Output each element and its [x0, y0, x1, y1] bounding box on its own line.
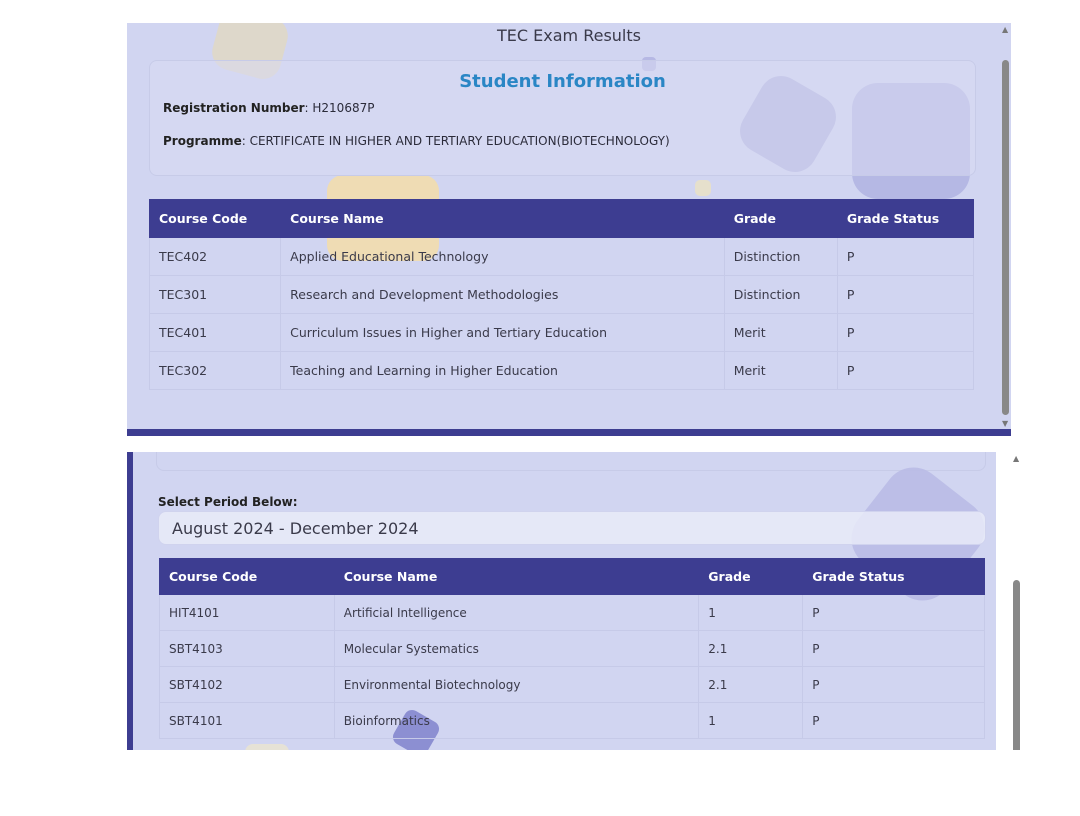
- programme-label: Programme: [163, 134, 242, 148]
- page-title: TEC Exam Results: [497, 26, 641, 45]
- scroll-up-icon[interactable]: ▲: [1002, 25, 1008, 34]
- column-header-course-name: Course Name: [333, 558, 700, 595]
- course-code: TEC301: [148, 275, 282, 314]
- course-code: HIT4101: [159, 594, 335, 631]
- course-name: Applied Educational Technology: [280, 237, 725, 276]
- scroll-down-icon[interactable]: ▼: [1002, 419, 1008, 428]
- grade-status: P: [836, 351, 975, 390]
- course-name: Artificial Intelligence: [333, 594, 700, 631]
- course-name: Molecular Systematics: [333, 630, 700, 667]
- table-row: SBT4101 Bioinformatics 1 P: [159, 702, 985, 739]
- student-info-heading: Student Information: [459, 71, 666, 92]
- column-header-course-name: Course Name: [280, 199, 725, 238]
- registration-label: Registration Number: [163, 101, 305, 115]
- course-code: SBT4103: [159, 630, 335, 667]
- grade-status: P: [836, 275, 975, 314]
- grade-status: P: [802, 630, 985, 667]
- course-name: Teaching and Learning in Higher Educatio…: [280, 351, 725, 390]
- course-code: TEC402: [148, 237, 282, 276]
- table-row: TEC401 Curriculum Issues in Higher and T…: [148, 313, 975, 352]
- programme-row: Programme: CERTIFICATE IN HIGHER AND TER…: [163, 134, 670, 148]
- registration-value: : H210687P: [304, 101, 375, 115]
- scrollbar-thumb[interactable]: [1002, 60, 1009, 415]
- student-info-card: Student Information Registration Number:…: [149, 60, 976, 176]
- registration-row: Registration Number: H210687P: [163, 101, 374, 115]
- period-select[interactable]: August 2024 - December 2024: [158, 511, 986, 545]
- column-header-grade: Grade: [698, 558, 804, 595]
- course-name: Research and Development Methodologies: [280, 275, 725, 314]
- scrollbar-thumb[interactable]: [1013, 580, 1020, 750]
- period-results-panel: Select Period Below: August 2024 - Decem…: [127, 452, 996, 750]
- column-header-grade-status: Grade Status: [836, 199, 975, 238]
- tec-results-table: Course Code Course Name Grade Grade Stat…: [148, 199, 975, 390]
- grade: 1: [698, 702, 804, 739]
- grade: 1: [698, 594, 804, 631]
- table-row: SBT4103 Molecular Systematics 2.1 P: [159, 630, 985, 667]
- programme-value: : CERTIFICATE IN HIGHER AND TERTIARY EDU…: [241, 134, 670, 148]
- decorative-shape: [695, 180, 711, 196]
- grade: Distinction: [723, 237, 838, 276]
- table-row: SBT4102 Environmental Biotechnology 2.1 …: [159, 666, 985, 703]
- grade: 2.1: [698, 630, 804, 667]
- grade-status: P: [802, 702, 985, 739]
- table-row: TEC302 Teaching and Learning in Higher E…: [148, 351, 975, 390]
- grade-status: P: [802, 594, 985, 631]
- course-name: Curriculum Issues in Higher and Tertiary…: [280, 313, 725, 352]
- scrollbar-panel1[interactable]: ▲ ▼: [1000, 23, 1011, 428]
- table-row: TEC301 Research and Development Methodol…: [148, 275, 975, 314]
- grade: Merit: [723, 313, 838, 352]
- table-row: TEC402 Applied Educational Technology Di…: [148, 237, 975, 276]
- scroll-up-icon[interactable]: ▲: [1013, 454, 1019, 463]
- card-edge: [156, 452, 986, 471]
- panel-left-bar: [127, 452, 133, 750]
- table-header-row: Course Code Course Name Grade Grade Stat…: [159, 558, 985, 595]
- decorative-shape: [245, 744, 289, 750]
- grade-status: P: [802, 666, 985, 703]
- scrollbar-panel2[interactable]: ▲: [1011, 452, 1022, 750]
- course-name: Environmental Biotechnology: [333, 666, 700, 703]
- course-code: TEC401: [148, 313, 282, 352]
- column-header-grade: Grade: [723, 199, 838, 238]
- course-code: SBT4102: [159, 666, 335, 703]
- table-header-row: Course Code Course Name Grade Grade Stat…: [148, 199, 975, 238]
- grade-status: P: [836, 313, 975, 352]
- period-label: Select Period Below:: [158, 495, 298, 509]
- panel-bottom-bar: [127, 429, 1011, 436]
- course-code: SBT4101: [159, 702, 335, 739]
- course-name: Bioinformatics: [333, 702, 700, 739]
- column-header-course-code: Course Code: [159, 558, 335, 595]
- grade: Merit: [723, 351, 838, 390]
- course-code: TEC302: [148, 351, 282, 390]
- column-header-course-code: Course Code: [148, 199, 282, 238]
- grade-status: P: [836, 237, 975, 276]
- table-row: HIT4101 Artificial Intelligence 1 P: [159, 594, 985, 631]
- column-header-grade-status: Grade Status: [802, 558, 985, 595]
- period-results-table: Course Code Course Name Grade Grade Stat…: [159, 558, 985, 739]
- grade: Distinction: [723, 275, 838, 314]
- exam-results-panel: TEC Exam Results Student Information Reg…: [127, 23, 1011, 436]
- grade: 2.1: [698, 666, 804, 703]
